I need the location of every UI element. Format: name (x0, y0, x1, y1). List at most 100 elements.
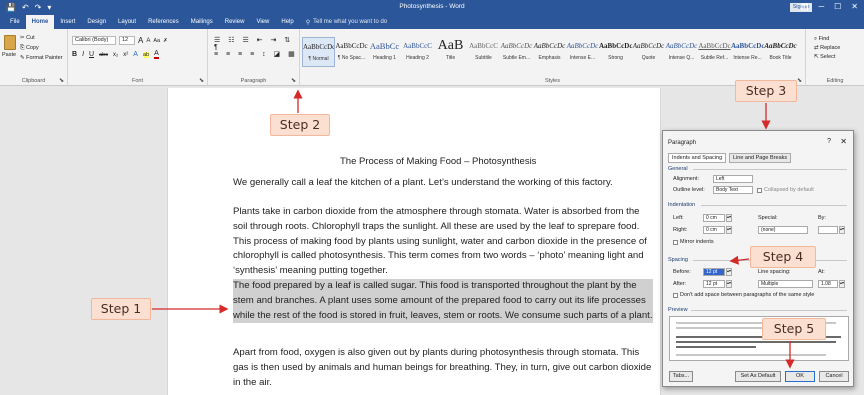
by-spinner[interactable]: ▴▾ (839, 226, 845, 234)
tell-me-box[interactable]: ⚲ Tell me what you want to do (300, 19, 387, 26)
ribbon-display-icon[interactable]: 🗖 (801, 2, 809, 16)
style-sample: AaBbCcDc (665, 42, 698, 50)
tab-help[interactable]: Help (275, 15, 299, 29)
cut-button[interactable]: ✂ Cut (20, 35, 35, 41)
style-heading-2[interactable]: AaBbCcC Heading 2 (401, 37, 434, 67)
at-spinner[interactable]: ▴▾ (839, 280, 845, 288)
tab-line-and-page-breaks[interactable]: Line and Page Breaks (729, 153, 792, 163)
spacing-after-spinner[interactable]: ▴▾ (726, 280, 732, 288)
replace-icon: ⇄ (814, 45, 819, 51)
replace-label: Replace (820, 45, 841, 51)
spacing-before-spinner[interactable]: ▴▾ (726, 268, 732, 276)
style-strong[interactable]: AaBbCcDc Strong (599, 37, 632, 67)
styles-group: AaBbCcDc ¶ Normal AaBbCcDc ¶ No Spac... Aa… (300, 29, 806, 86)
style-intense-emphasis[interactable]: AaBbCcDc Intense E... (566, 37, 599, 67)
minimize-icon[interactable]: ─ (818, 2, 824, 16)
tab-references[interactable]: References (142, 15, 185, 29)
bold-button[interactable]: B (72, 51, 77, 58)
by-field[interactable] (818, 226, 838, 234)
font-size-dropdown[interactable]: 12 (119, 36, 135, 45)
cancel-button[interactable]: Cancel (819, 371, 849, 382)
style-subtle-emphasis[interactable]: AaBbCcDc Subtle Em... (500, 37, 533, 67)
font-color-button[interactable]: A (154, 50, 159, 59)
tab-insert[interactable]: Insert (54, 15, 81, 29)
style-no-spacing[interactable]: AaBbCcDc ¶ No Spac... (335, 37, 368, 67)
style-name: Intense Q... (668, 55, 695, 61)
style-book-title[interactable]: AaBbCcDc Book Title (764, 37, 797, 67)
help-icon[interactable]: ? (827, 138, 831, 145)
outline-level-select[interactable]: Body Text (713, 186, 753, 194)
font-launcher-icon[interactable]: ⬊ (199, 77, 204, 84)
style-title[interactable]: AaB Title (434, 37, 467, 67)
paste-icon[interactable] (4, 35, 16, 50)
style-sample: AaBbCcDc (764, 42, 797, 50)
styles-launcher-icon[interactable]: ⬊ (797, 77, 802, 84)
clipboard-launcher-icon[interactable]: ⬊ (59, 77, 64, 84)
style-heading-1[interactable]: AaBbCc Heading 1 (368, 37, 401, 67)
tab-indents-and-spacing[interactable]: Indents and Spacing (668, 153, 727, 163)
style-subtitle[interactable]: AaBbCcC Subtitle (467, 37, 500, 67)
paragraph-4[interactable]: Apart from food, oxygen is also given ou… (233, 346, 653, 390)
tab-mailings[interactable]: Mailings (185, 15, 219, 29)
highlight-button[interactable]: ab (142, 51, 150, 58)
tab-layout[interactable]: Layout (112, 15, 142, 29)
select-button[interactable]: ⇱ Select (814, 53, 840, 62)
right-indent-field[interactable]: 0 cm (703, 226, 725, 234)
style-subtle-reference[interactable]: AaBbCcDc Subtle Ref... (698, 37, 731, 67)
style-sample: AaBbCcDc (731, 42, 764, 50)
left-indent-spinner[interactable]: ▴▾ (726, 214, 732, 222)
at-field[interactable]: 1.08 (818, 280, 838, 288)
format-painter-button[interactable]: ✎ Format Painter (20, 55, 63, 61)
mirror-indents-checkbox[interactable] (673, 240, 678, 245)
ok-button[interactable]: OK (785, 371, 815, 382)
style-normal[interactable]: AaBbCcDc ¶ Normal (302, 37, 335, 67)
paragraph-2[interactable]: Plants take in carbon dioxide from the a… (233, 205, 653, 279)
document-page[interactable]: The Process of Making Food – Photosynthe… (167, 88, 661, 395)
tab-file[interactable]: File (4, 15, 26, 29)
font-name-dropdown[interactable]: Calibri (Body) (72, 36, 116, 45)
tab-view[interactable]: View (250, 15, 275, 29)
right-indent-spinner[interactable]: ▴▾ (726, 226, 732, 234)
text-effects-button[interactable]: A (133, 51, 138, 58)
dont-add-space-checkbox[interactable] (673, 293, 678, 298)
strikethrough-button[interactable]: abc (99, 52, 108, 58)
subscript-button[interactable]: x₂ (113, 52, 118, 58)
style-quote[interactable]: AaBbCcDc Quote (632, 37, 665, 67)
paragraph-1[interactable]: We generally call a leaf the kitchen of … (233, 176, 653, 191)
special-select[interactable]: (none) (758, 226, 808, 234)
underline-button[interactable]: U (89, 51, 94, 58)
copy-button[interactable]: ⎘ Copy (20, 45, 39, 52)
superscript-button[interactable]: x² (123, 52, 128, 58)
tab-review[interactable]: Review (219, 15, 251, 29)
tab-design[interactable]: Design (81, 15, 112, 29)
clear-formatting-icon[interactable]: ✗ (163, 38, 168, 44)
paragraph-3-selected[interactable]: The food prepared by a leaf is called su… (233, 279, 653, 324)
replace-button[interactable]: ⇄ Replace (814, 44, 840, 53)
bullets-icon[interactable]: ☰ ☷ ☰ ⇤ ⇥ ⇅ ¶ (214, 36, 299, 51)
left-indent-field[interactable]: 0 cm (703, 214, 725, 222)
divider (691, 310, 847, 311)
set-as-default-button[interactable]: Set As Default (735, 371, 781, 382)
dialog-close-icon[interactable]: ✕ (840, 137, 847, 146)
find-button[interactable]: ⌕ Find (814, 35, 840, 44)
paragraph-launcher-icon[interactable]: ⬊ (291, 77, 296, 84)
line-spacing-select[interactable]: Multiple (758, 280, 813, 288)
tab-home[interactable]: Home (25, 15, 55, 29)
grow-font-button[interactable]: A (138, 36, 143, 45)
spacing-before-field[interactable]: 12 pt (703, 268, 725, 276)
close-icon[interactable]: ✕ (851, 2, 858, 16)
divider (693, 169, 847, 170)
italic-button[interactable]: I (82, 51, 84, 58)
shrink-font-button[interactable]: A (146, 38, 150, 44)
spacing-after-field[interactable]: 12 pt (703, 280, 725, 288)
paste-button[interactable]: Paste (2, 52, 16, 58)
style-intense-quote[interactable]: AaBbCcDc Intense Q... (665, 37, 698, 67)
collapsed-checkbox[interactable] (757, 188, 762, 193)
align-icon[interactable]: ≡ ≡ ≡ ≡ ↕ ◪ ▦ (214, 50, 298, 58)
change-case-button[interactable]: Aa (153, 38, 160, 44)
style-emphasis[interactable]: AaBbCcDc Emphasis (533, 37, 566, 67)
maximize-icon[interactable]: ☐ (834, 2, 841, 16)
tabs-button[interactable]: Tabs... (669, 371, 693, 382)
style-intense-reference[interactable]: AaBbCcDc Intense Re... (731, 37, 764, 67)
alignment-select[interactable]: Left (713, 175, 753, 183)
